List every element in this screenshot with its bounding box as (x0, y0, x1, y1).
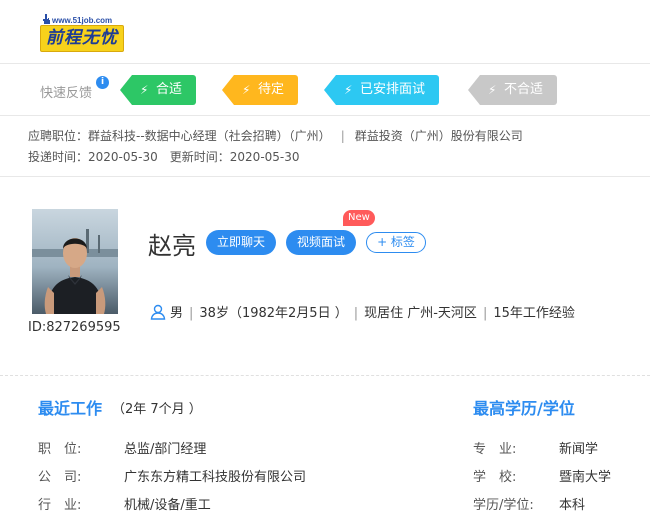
candidate-id: ID:827269595 (28, 320, 121, 335)
divider: | (340, 129, 345, 143)
recent-industry-label: 行 业: (38, 498, 82, 513)
application-time-row: 投递时间：2020-05-30 更新时间：2020-05-30 (28, 148, 300, 165)
position-label: 应聘职位： (28, 129, 89, 143)
recent-company: 广东东方精工科技股份有限公司 (124, 470, 307, 485)
residence: 现居住 广州-天河区 (364, 306, 477, 321)
person-icon (150, 304, 166, 320)
education-degree-label: 学历/学位: (473, 498, 534, 513)
education-major: 新闻学 (559, 442, 599, 457)
feedback-suitable-label: 合适 (156, 82, 183, 97)
update-time-label: 更新时间： (169, 150, 230, 164)
feedback-interview-scheduled-button[interactable]: ⚡ 已安排面试 (323, 75, 440, 105)
feedback-unsuitable-button[interactable]: ⚡ 不合适 (467, 75, 558, 105)
education-school: 暨南大学 (559, 470, 612, 485)
recent-company-label: 公 司: (38, 470, 82, 485)
logo-text: 前程无忧 (46, 28, 118, 48)
recent-industry: 机械/设备/重工 (124, 498, 211, 513)
candidate-name: 赵亮 (148, 232, 196, 260)
education-major-label: 专 业: (473, 442, 517, 457)
divider: | (482, 306, 488, 321)
video-interview-button[interactable]: 视频面试 (286, 230, 356, 255)
lightning-icon: ⚡ (344, 83, 353, 97)
applied-company[interactable]: 群益投资（广州）股份有限公司 (355, 129, 523, 143)
education-school-label: 学 校: (473, 470, 517, 485)
candidate-photo-image (32, 209, 118, 314)
feedback-suitable-button[interactable]: ⚡ 合适 (119, 75, 197, 105)
work-experience: 15年工作经验 (493, 306, 575, 321)
candidate-photo (32, 209, 118, 314)
recent-position-label: 职 位: (38, 442, 82, 457)
age: 38岁（1982年2月5日 ） (199, 306, 348, 321)
quick-feedback-bar: 快速反馈 i ⚡ 合适 ⚡ 待定 ⚡ 已安排面试 ⚡ 不合适 (0, 64, 650, 116)
application-info: 应聘职位：群益科技--数据中心经理（社会招聘）（广州） | 群益投资（广州）股份有限… (0, 117, 650, 177)
application-position-row: 应聘职位：群益科技--数据中心经理（社会招聘）（广州） | 群益投资（广州）股份有限… (28, 127, 523, 144)
top-header: www.51job.com 前程无忧 (0, 0, 650, 64)
update-time: 2020-05-30 (229, 150, 300, 164)
feedback-unsuitable-label: 不合适 (504, 82, 544, 97)
gender: 男 (170, 306, 184, 321)
lightning-icon: ⚡ (140, 83, 149, 97)
lightning-icon: ⚡ (488, 83, 497, 97)
info-icon[interactable]: i (96, 76, 109, 89)
chat-now-button[interactable]: 立即聊天 (206, 230, 276, 255)
candidate-profile: ID:827269595 赵亮 立即聊天 视频面试 New + 标签 男 | 38岁… (0, 178, 650, 376)
candidate-details: 男 | 38岁（1982年2月5日 ） | 现居住 广州-天河区 | 15年工作经验 (150, 302, 575, 321)
feedback-pending-label: 待定 (258, 82, 285, 97)
recent-position: 总监/部门经理 (124, 442, 207, 457)
applied-position[interactable]: 群益科技--数据中心经理（社会招聘）（广州） (88, 129, 331, 143)
logo-url: www.51job.com (52, 16, 113, 25)
site-logo[interactable]: www.51job.com 前程无忧 (40, 14, 124, 52)
feedback-label: 快速反馈 (40, 86, 93, 101)
recent-work-duration: （2年 7个月 ） (112, 402, 202, 417)
divider: | (353, 306, 359, 321)
lightning-icon: ⚡ (242, 83, 251, 97)
education-title: 最高学历/学位 (473, 399, 575, 418)
new-badge: New (343, 210, 375, 226)
apply-time-label: 投递时间： (28, 150, 89, 164)
education-degree: 本科 (559, 498, 586, 513)
feedback-pending-button[interactable]: ⚡ 待定 (221, 75, 299, 105)
logo-box: 前程无忧 (40, 25, 124, 52)
work-education-section: 最近工作 （2年 7个月 ） 职 位: 总监/部门经理 公 司: 广东东方精工科… (0, 377, 650, 532)
divider: | (189, 306, 194, 321)
recent-work-title: 最近工作 (38, 399, 103, 418)
add-tag-button[interactable]: + 标签 (366, 232, 426, 253)
feedback-interview-scheduled-label: 已安排面试 (360, 82, 426, 97)
apply-time: 2020-05-30 (88, 150, 158, 164)
